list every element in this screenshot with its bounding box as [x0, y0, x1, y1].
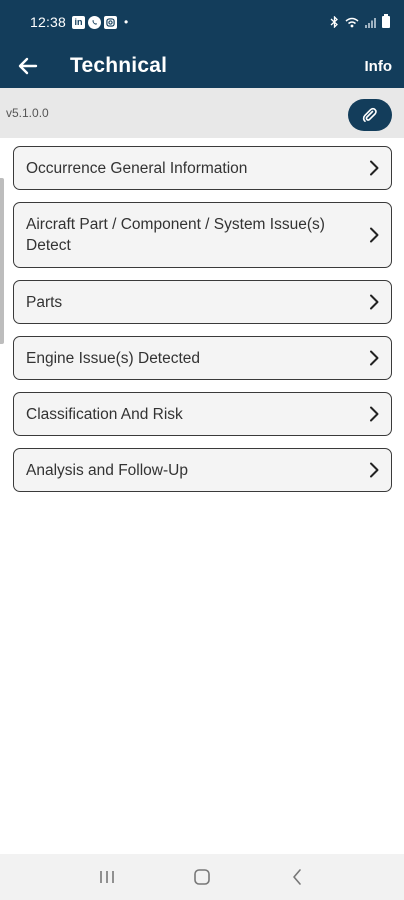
nav-back-button[interactable]: [277, 857, 317, 897]
recent-apps-button[interactable]: [87, 857, 127, 897]
section-label: Aircraft Part / Component / System Issue…: [26, 216, 325, 254]
whatsapp-icon: [88, 15, 102, 29]
chevron-right-icon: [370, 227, 379, 243]
section-item-analysis-and-follow-up[interactable]: Analysis and Follow-Up: [13, 448, 392, 492]
chevron-right-icon: [370, 294, 379, 310]
section-label: Engine Issue(s) Detected: [26, 349, 201, 367]
section-label: Classification And Risk: [26, 405, 183, 423]
section-label: Analysis and Follow-Up: [26, 461, 188, 479]
back-icon: [292, 869, 301, 885]
recent-apps-icon: [100, 871, 115, 883]
status-time: 12:38: [30, 14, 67, 30]
section-item-parts[interactable]: Parts: [13, 280, 392, 324]
paperclip-icon: [362, 107, 377, 122]
info-button[interactable]: Info: [365, 58, 393, 75]
chevron-right-icon: [370, 406, 379, 422]
home-icon: [194, 869, 210, 885]
version-bar: v5.1.0.0: [0, 88, 404, 138]
status-bar: 12:38 in •: [0, 0, 404, 44]
signal-icon: [365, 17, 376, 28]
status-right-icons: [330, 14, 390, 28]
section-label: Occurrence General Information: [26, 159, 248, 177]
notification-dot: •: [124, 15, 129, 29]
chevron-right-icon: [370, 160, 379, 176]
section-label: Parts: [26, 293, 63, 311]
version-label: v5.1.0.0: [6, 106, 49, 120]
linkedin-icon: in: [72, 15, 86, 29]
section-item-aircraft-part-issues[interactable]: Aircraft Part / Component / System Issue…: [13, 202, 392, 268]
instagram-icon: [104, 15, 118, 29]
attach-button[interactable]: [348, 99, 392, 131]
section-item-classification-and-risk[interactable]: Classification And Risk: [13, 392, 392, 436]
wifi-icon: [345, 17, 359, 27]
page-title: Technical: [70, 54, 168, 77]
arrow-left-icon: [18, 57, 38, 75]
battery-icon: [382, 14, 390, 28]
chevron-right-icon: [370, 350, 379, 366]
system-nav-bar: [0, 854, 404, 900]
scroll-indicator[interactable]: [0, 178, 4, 344]
bluetooth-icon: [330, 16, 338, 28]
app-bar: Technical Info: [0, 44, 404, 88]
section-item-engine-issues[interactable]: Engine Issue(s) Detected: [13, 336, 392, 380]
back-button[interactable]: [0, 44, 56, 88]
section-item-occurrence-general-information[interactable]: Occurrence General Information: [13, 146, 392, 190]
status-app-icons: in: [72, 15, 118, 29]
chevron-right-icon: [370, 462, 379, 478]
home-button[interactable]: [182, 857, 222, 897]
section-list: Occurrence General Information Aircraft …: [13, 146, 392, 504]
